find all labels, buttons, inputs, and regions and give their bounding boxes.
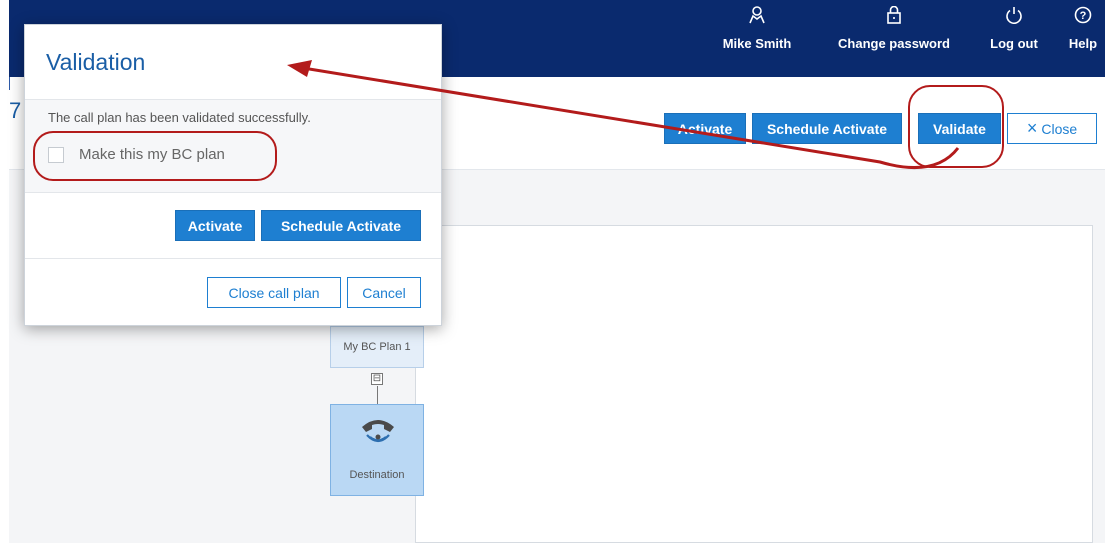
toolbar-close-label: Close — [1041, 120, 1078, 137]
close-call-plan-button[interactable]: Close call plan — [207, 277, 341, 308]
toolbar-close-button[interactable]: × Close — [1007, 113, 1097, 144]
page-title-fragment: 7 — [9, 98, 22, 123]
user-icon — [748, 0, 766, 30]
destination-node[interactable]: Destination — [330, 404, 424, 496]
toolbar-schedule-activate-button[interactable]: Schedule Activate — [752, 113, 902, 144]
nav-user-label: Mike Smith — [722, 36, 792, 51]
toolbar-activate-button[interactable]: Activate — [664, 113, 746, 144]
help-icon: ? — [1074, 0, 1092, 30]
nav-change-password-label: Change password — [838, 36, 950, 51]
nav-change-password[interactable]: Change password — [833, 0, 955, 77]
nav-log-out-label: Log out — [990, 36, 1038, 51]
phone-handset-icon — [362, 420, 394, 443]
nav-user[interactable]: Mike Smith — [717, 0, 797, 77]
validate-annotation-highlight — [908, 85, 1004, 168]
checkbox-annotation-highlight — [33, 131, 277, 181]
plan-node-label: My BC Plan 1 — [343, 341, 411, 353]
dialog-schedule-activate-button[interactable]: Schedule Activate — [261, 210, 421, 241]
close-icon: × — [1026, 118, 1038, 138]
dialog-title: Validation — [46, 49, 146, 75]
svg-text:?: ? — [1080, 10, 1087, 22]
nav-help-label: Help — [1068, 36, 1098, 51]
dialog-actions: Activate Schedule Activate — [25, 193, 441, 259]
validation-message: The call plan has been validated success… — [48, 110, 311, 125]
collapse-toggle-icon[interactable]: ⊟ — [371, 373, 383, 385]
power-icon — [1005, 0, 1023, 30]
call-plan-canvas[interactable] — [415, 225, 1093, 543]
plan-node[interactable]: My BC Plan 1 — [330, 326, 424, 368]
destination-node-label: Destination — [349, 469, 405, 481]
nav-log-out[interactable]: Log out — [984, 0, 1044, 77]
node-connector — [377, 386, 378, 404]
nav-help[interactable]: ? Help — [1061, 0, 1105, 77]
lock-icon — [886, 0, 902, 30]
dialog-footer: Close call plan Cancel — [25, 259, 441, 327]
cancel-button[interactable]: Cancel — [347, 277, 421, 308]
dialog-activate-button[interactable]: Activate — [175, 210, 255, 241]
